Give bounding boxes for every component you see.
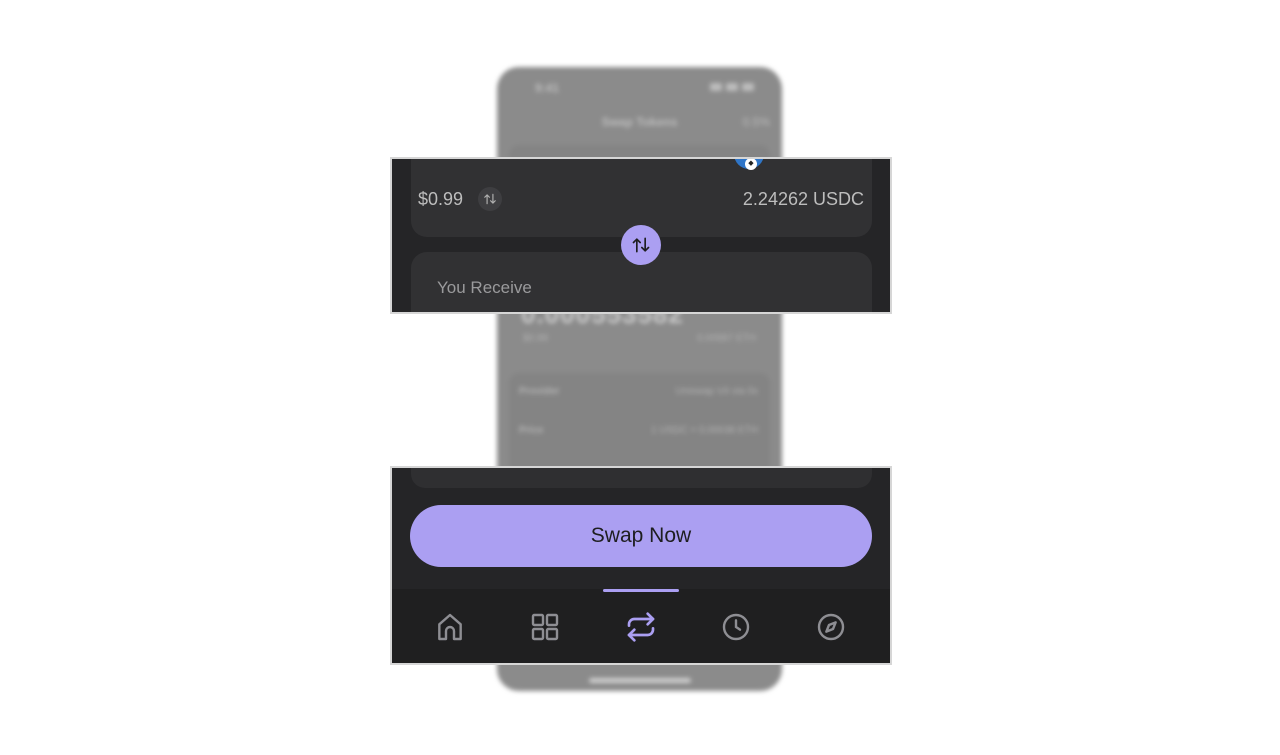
slippage-setting[interactable]: 0.5% <box>743 115 770 129</box>
receive-label: You Receive <box>437 278 532 297</box>
status-bar: 9:41 <box>497 81 782 97</box>
bg-receive-usd: $0.99 <box>523 333 549 344</box>
status-icons <box>710 83 754 91</box>
bottom-tab-bar <box>392 589 890 663</box>
compass-icon <box>817 613 845 641</box>
bg-price-value: 1 USDC = 0.00038 ETH <box>651 425 758 436</box>
zoom-panel-bottom: Swap Now <box>390 466 892 665</box>
header: Swap Tokens 0.5% <box>497 115 782 133</box>
zoom-panel-top: ◆ $0.99 2.24262 USDC You Receive <box>390 157 892 314</box>
tab-home[interactable] <box>430 607 470 647</box>
swap-vertical-icon <box>484 193 496 205</box>
page-title: Swap Tokens <box>601 115 678 129</box>
home-icon <box>438 613 462 641</box>
tab-explore[interactable] <box>811 607 851 647</box>
tab-collectibles[interactable] <box>525 607 565 647</box>
tab-activity[interactable] <box>716 607 756 647</box>
swap-icon <box>627 612 655 642</box>
info-card <box>411 468 872 488</box>
chain-badge-icon: ◆ <box>745 159 757 170</box>
status-time: 9:41 <box>535 81 560 95</box>
pay-balance: 2.24262 USDC <box>742 189 864 209</box>
active-tab-indicator <box>603 589 679 592</box>
bg-provider-value: Uniswap V4 via 0x <box>675 386 758 397</box>
pay-usd-value: $0.99 <box>418 189 464 209</box>
bg-price-label: Price <box>519 425 544 436</box>
bg-receive-balance: 0.00987 ETH <box>697 333 756 344</box>
swap-vertical-icon <box>632 237 650 253</box>
clock-icon <box>722 613 750 641</box>
swap-now-button[interactable]: Swap Now <box>410 505 872 567</box>
tab-swap[interactable] <box>621 607 661 647</box>
grid-icon <box>531 613 559 641</box>
toggle-currency-button[interactable] <box>478 187 502 211</box>
bg-provider-label: Provider <box>519 386 560 397</box>
home-indicator <box>589 678 691 683</box>
flip-tokens-button[interactable] <box>621 225 661 265</box>
